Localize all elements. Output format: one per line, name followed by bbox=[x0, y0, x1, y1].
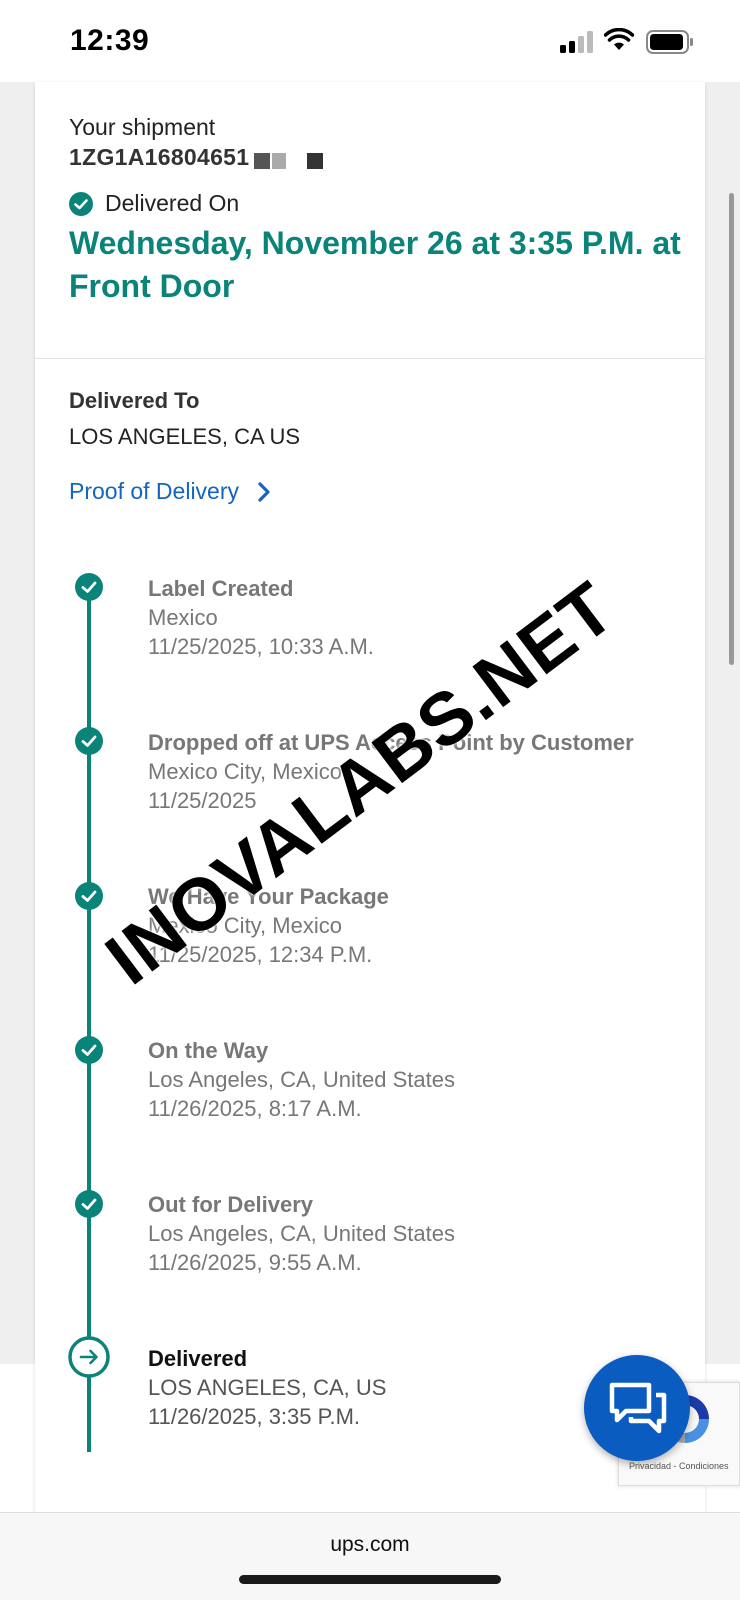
chevron-right-icon bbox=[258, 481, 270, 502]
step-complete-icon bbox=[75, 882, 103, 910]
event-title: Label Created bbox=[148, 576, 294, 601]
step-complete-icon bbox=[75, 1036, 103, 1064]
status-bar: 12:39 bbox=[0, 0, 740, 82]
redaction-mark bbox=[272, 153, 286, 169]
timeline-event: On the Way Los Angeles, CA, United State… bbox=[148, 1036, 688, 1123]
delivered-to-address: LOS ANGELES, CA US bbox=[69, 424, 301, 449]
redaction-mark bbox=[307, 153, 323, 169]
browser-url-bar[interactable]: ups.com bbox=[0, 1512, 740, 1600]
event-time: 11/26/2025, 9:55 A.M. bbox=[148, 1250, 362, 1275]
chat-bubbles-icon bbox=[609, 1382, 667, 1434]
delivered-to-label: Delivered To bbox=[69, 388, 200, 413]
redaction-mark bbox=[254, 153, 270, 169]
event-location: Los Angeles, CA, United States bbox=[148, 1067, 455, 1092]
url-text[interactable]: ups.com bbox=[0, 1533, 740, 1557]
shipment-label: Your shipment bbox=[69, 114, 216, 140]
check-circle-icon bbox=[69, 192, 93, 216]
tracking-number: 1ZG1A16804651 bbox=[69, 144, 250, 170]
event-title: On the Way bbox=[148, 1038, 269, 1063]
step-complete-icon bbox=[75, 1190, 103, 1218]
timeline-event: Out for Delivery Los Angeles, CA, United… bbox=[148, 1190, 688, 1277]
event-title: Out for Delivery bbox=[148, 1192, 314, 1217]
delivery-date-heading: Wednesday, November 26 at 3:35 P.M. at F… bbox=[69, 225, 681, 304]
cellular-signal-icon bbox=[560, 31, 593, 53]
event-location: Los Angeles, CA, United States bbox=[148, 1221, 455, 1246]
arrow-right-circle-icon bbox=[68, 1336, 110, 1378]
proof-of-delivery-label: Proof of Delivery bbox=[69, 478, 240, 504]
event-time: 11/25/2025, 12:34 P.M. bbox=[148, 942, 373, 967]
step-complete-icon bbox=[75, 727, 103, 755]
timeline-line bbox=[87, 592, 91, 1452]
chat-button[interactable] bbox=[584, 1355, 690, 1461]
battery-icon bbox=[646, 30, 693, 54]
wifi-icon bbox=[604, 28, 634, 50]
home-indicator[interactable] bbox=[239, 1575, 501, 1584]
status-time: 12:39 bbox=[70, 24, 150, 57]
step-complete-icon bbox=[75, 573, 103, 601]
event-time: 11/26/2025, 8:17 A.M. bbox=[148, 1096, 362, 1121]
proof-of-delivery-link[interactable]: Proof of Delivery bbox=[69, 478, 271, 505]
scrollbar[interactable] bbox=[729, 193, 734, 665]
delivery-status-label: Delivered On bbox=[105, 190, 240, 216]
divider bbox=[35, 358, 705, 359]
recaptcha-links[interactable]: Privacidad - Condiciones bbox=[629, 1461, 729, 1471]
